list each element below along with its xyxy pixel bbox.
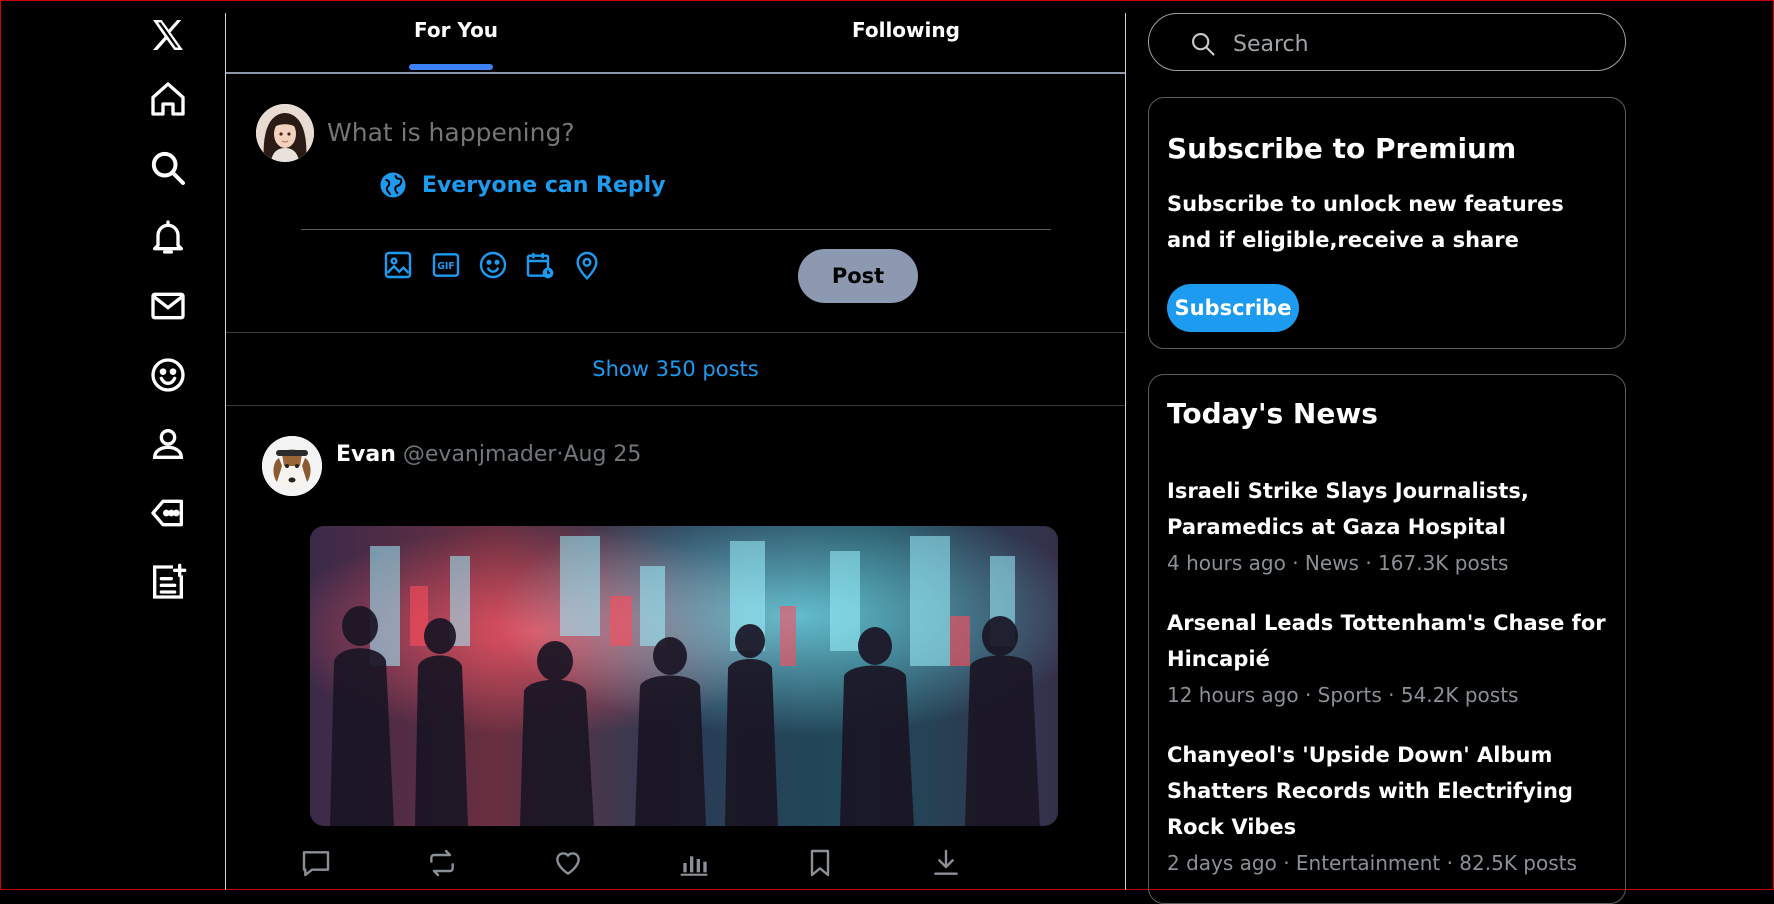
tweet-author-avatar[interactable]	[262, 436, 322, 496]
tweet: Evan @evanjmader·Aug 25	[226, 406, 1125, 890]
news-meta: 12 hours ago · Sports · 54.2K posts	[1167, 683, 1519, 707]
news-headline: Arsenal Leads Tottenham's Chase for Hinc…	[1167, 611, 1606, 671]
emoji-icon[interactable]	[476, 248, 510, 282]
schedule-icon[interactable]	[523, 248, 557, 282]
main-feed: For You Following Everyone can Reply	[226, 0, 1125, 890]
tab-following[interactable]: Following	[852, 18, 960, 42]
search-input[interactable]	[1231, 28, 1595, 60]
bookmark-icon[interactable]	[800, 843, 840, 883]
post-button[interactable]: Post	[798, 249, 918, 303]
retweet-icon[interactable]	[422, 843, 462, 883]
svg-text:GIF: GIF	[437, 261, 455, 272]
composer-input[interactable]	[327, 118, 927, 147]
search-box[interactable]	[1148, 13, 1626, 71]
composer-divider	[301, 229, 1051, 230]
show-new-posts[interactable]: Show 350 posts	[226, 333, 1125, 406]
reply-setting-label: Everyone can Reply	[422, 172, 666, 198]
news-item[interactable]: Arsenal Leads Tottenham's Chase for Hinc…	[1167, 605, 1607, 713]
tag-icon[interactable]	[145, 490, 191, 536]
gif-icon[interactable]: GIF	[429, 248, 463, 282]
globe-icon	[380, 172, 406, 198]
location-icon[interactable]	[570, 248, 604, 282]
like-icon[interactable]	[548, 843, 588, 883]
news-item[interactable]: Israeli Strike Slays Journalists, Parame…	[1167, 473, 1607, 581]
image-icon[interactable]	[381, 248, 415, 282]
profile-icon[interactable]	[145, 421, 191, 467]
x-logo-icon[interactable]	[145, 12, 191, 58]
tweet-header: Evan @evanjmader·Aug 25	[336, 442, 641, 467]
news-meta: 2 days ago · Entertainment · 82.5K posts	[1167, 851, 1577, 875]
news-headline: Israeli Strike Slays Journalists, Parame…	[1167, 479, 1529, 539]
news-title: Today's News	[1167, 397, 1378, 430]
smiley-icon[interactable]	[145, 352, 191, 398]
left-nav	[0, 0, 225, 890]
premium-card: Subscribe to Premium Subscribe to unlock…	[1148, 97, 1626, 349]
user-avatar[interactable]	[256, 104, 314, 162]
mail-icon[interactable]	[145, 283, 191, 329]
news-meta: 4 hours ago · News · 167.3K posts	[1167, 551, 1509, 575]
news-card: Today's News Israeli Strike Slays Journa…	[1148, 374, 1626, 904]
tweet-author-name[interactable]: Evan	[336, 442, 396, 467]
subscribe-button[interactable]: Subscribe	[1167, 284, 1299, 332]
reply-setting[interactable]: Everyone can Reply	[378, 170, 666, 200]
home-icon[interactable]	[145, 76, 191, 122]
tab-for-you[interactable]: For You	[414, 18, 498, 42]
search-icon	[1192, 33, 1215, 56]
feed-tabs: For You Following	[226, 0, 1125, 74]
reply-icon[interactable]	[296, 843, 336, 883]
tweet-author-handle[interactable]: @evanjmader	[403, 442, 557, 467]
news-headline: Chanyeol's 'Upside Down' Album Shatters …	[1167, 743, 1573, 839]
search-nav-icon[interactable]	[145, 145, 191, 191]
premium-description: Subscribe to unlock new features and if …	[1167, 192, 1564, 252]
tweet-image[interactable]	[310, 526, 1058, 826]
download-icon[interactable]	[926, 843, 966, 883]
post-composer: Everyone can Reply GIF Post	[226, 74, 1125, 333]
news-item[interactable]: Chanyeol's 'Upside Down' Album Shatters …	[1167, 737, 1607, 881]
tweet-date[interactable]: Aug 25	[563, 442, 641, 467]
views-icon[interactable]	[674, 843, 714, 883]
list-add-icon[interactable]	[145, 559, 191, 605]
premium-title: Subscribe to Premium	[1167, 132, 1517, 165]
column-divider-right	[1125, 13, 1126, 890]
bell-icon[interactable]	[145, 214, 191, 260]
active-tab-indicator	[409, 64, 493, 70]
